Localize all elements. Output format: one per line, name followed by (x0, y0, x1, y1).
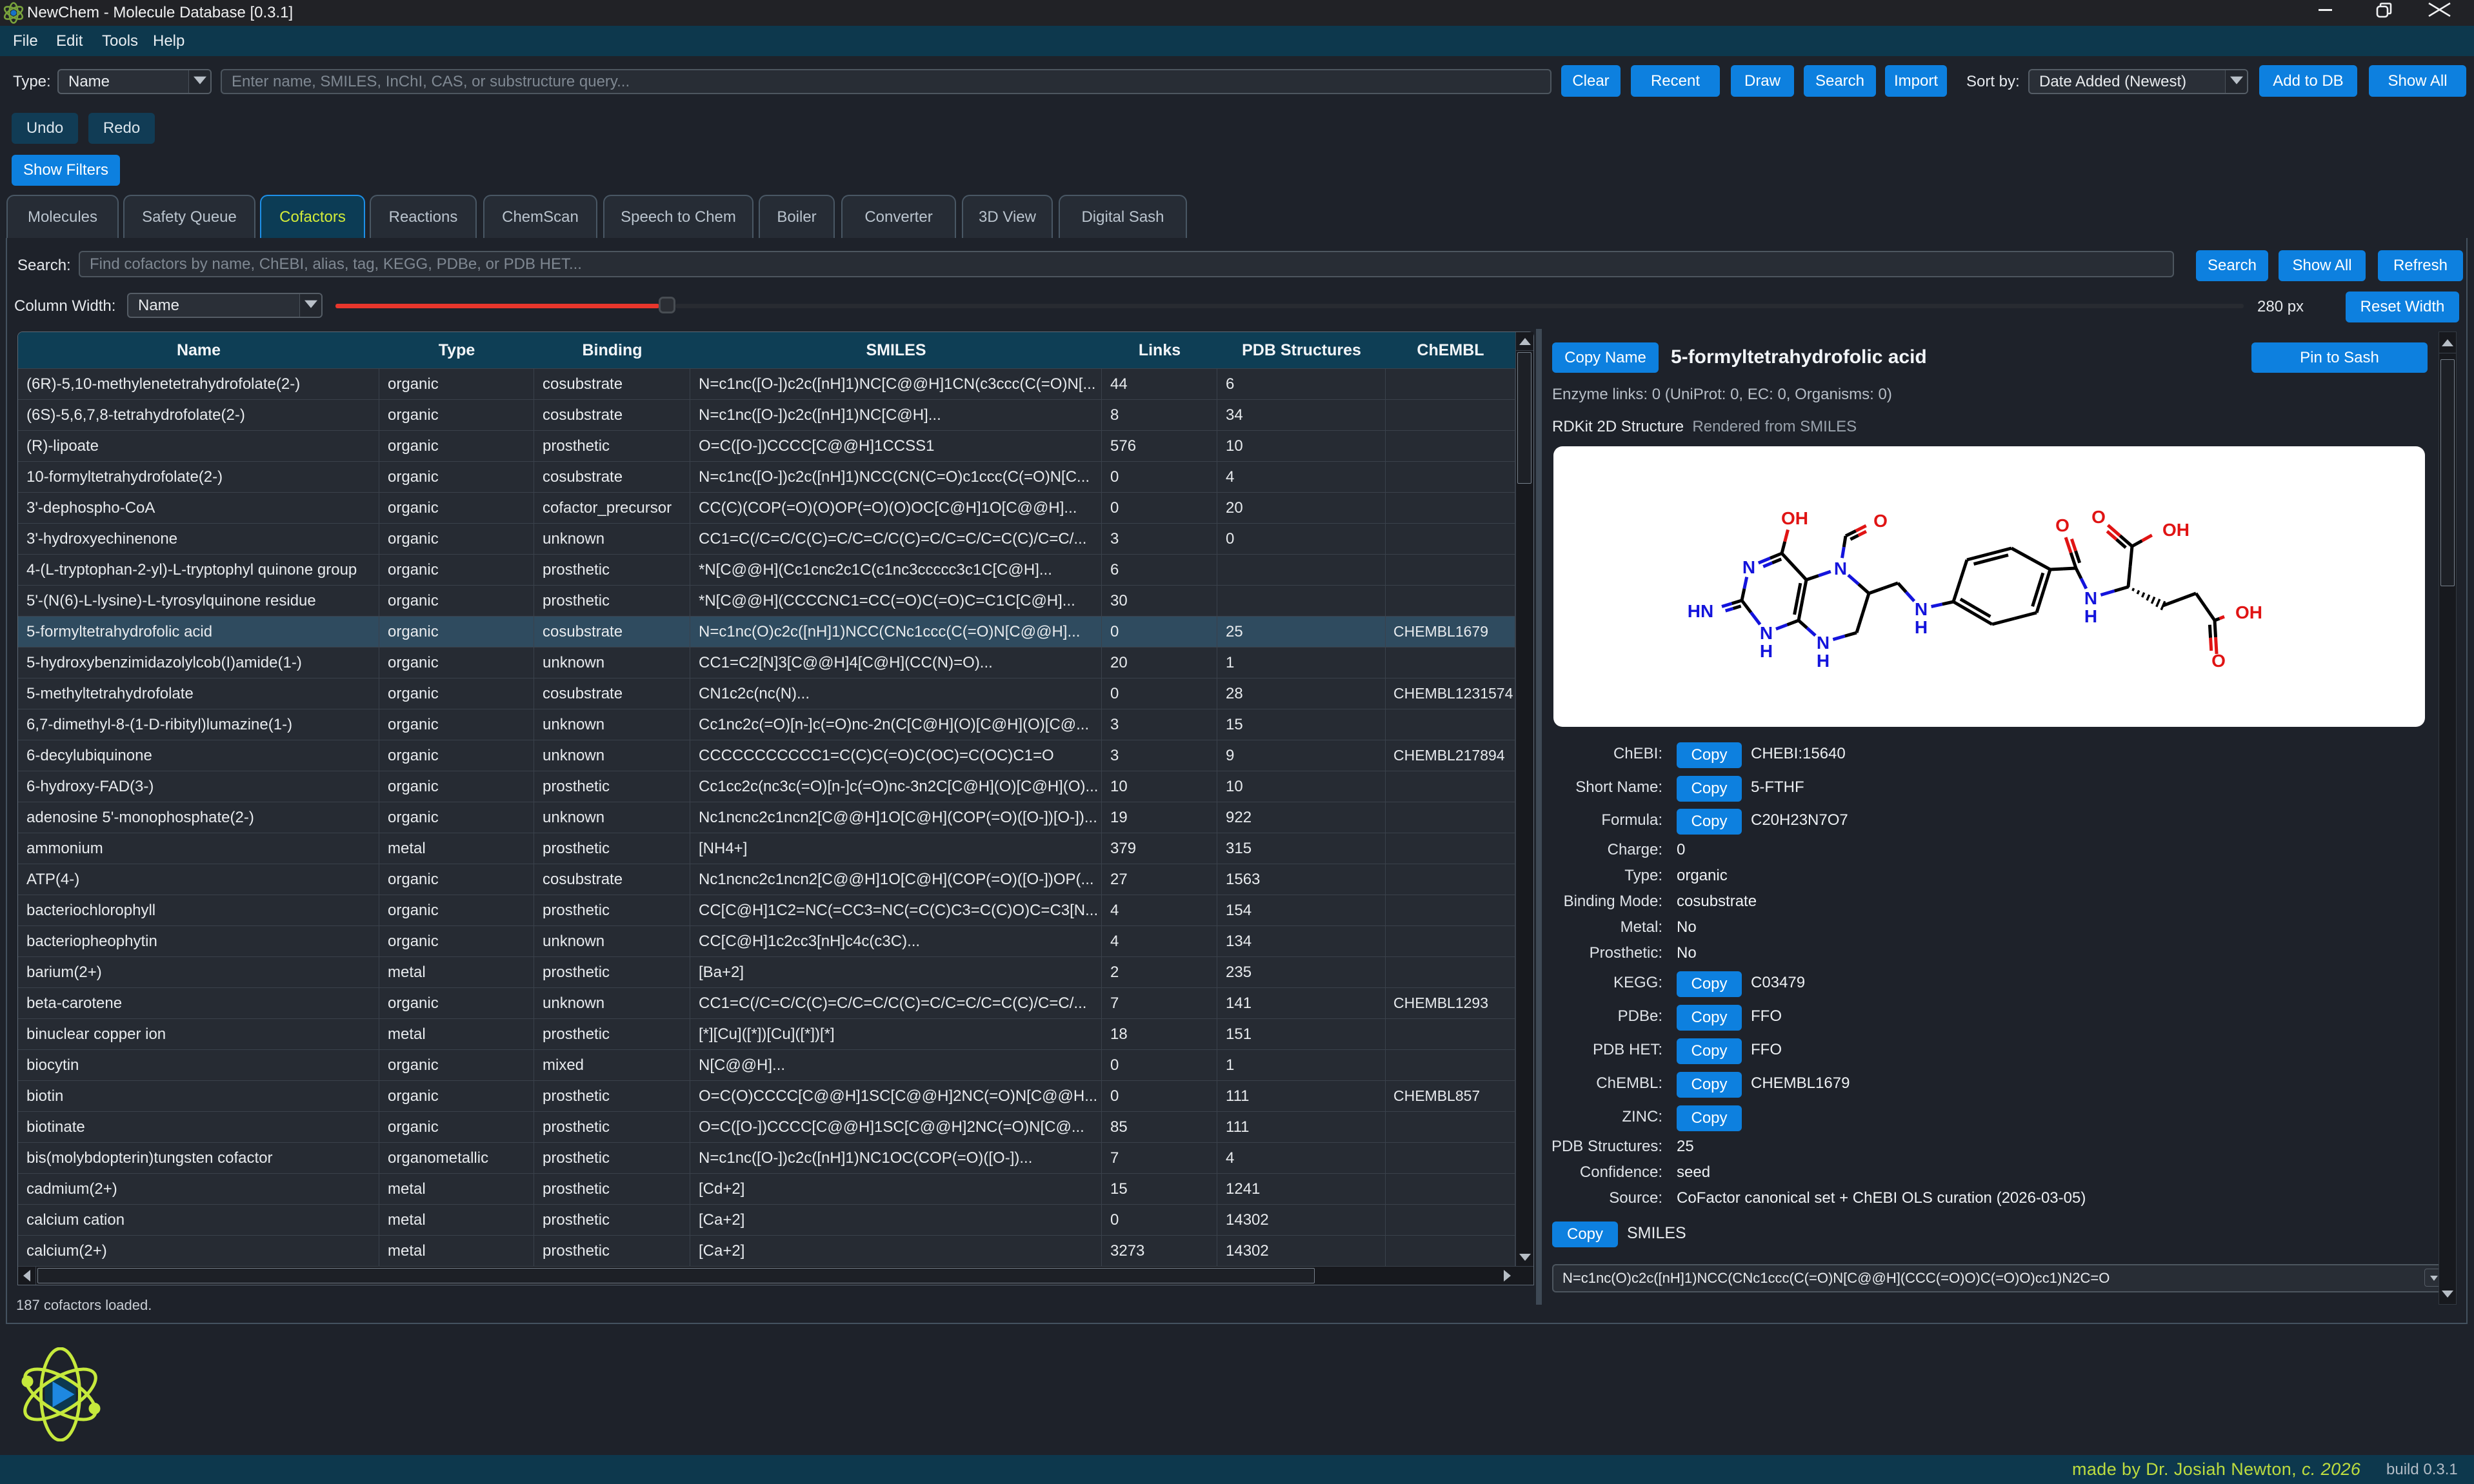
svg-text:N: N (1817, 633, 1830, 653)
svg-text:H: H (1817, 651, 1830, 671)
svg-text:N: N (1742, 557, 1755, 577)
svg-text:O: O (2091, 507, 2106, 527)
svg-text:OH: OH (1781, 508, 1808, 528)
svg-text:H: H (1915, 617, 1928, 637)
svg-text:OH: OH (2162, 520, 2190, 540)
svg-text:O: O (2211, 651, 2226, 671)
svg-text:O: O (1873, 511, 1888, 531)
svg-text:OH: OH (2235, 602, 2262, 622)
svg-text:H: H (1760, 641, 1773, 661)
svg-text:N: N (1834, 559, 1847, 579)
svg-text:HN: HN (1688, 601, 1713, 621)
svg-text:H: H (2084, 606, 2097, 626)
svg-text:N: N (1915, 599, 1928, 619)
svg-text:N: N (1760, 623, 1773, 643)
svg-text:O: O (2055, 515, 2070, 535)
svg-text:N: N (2084, 588, 2097, 608)
